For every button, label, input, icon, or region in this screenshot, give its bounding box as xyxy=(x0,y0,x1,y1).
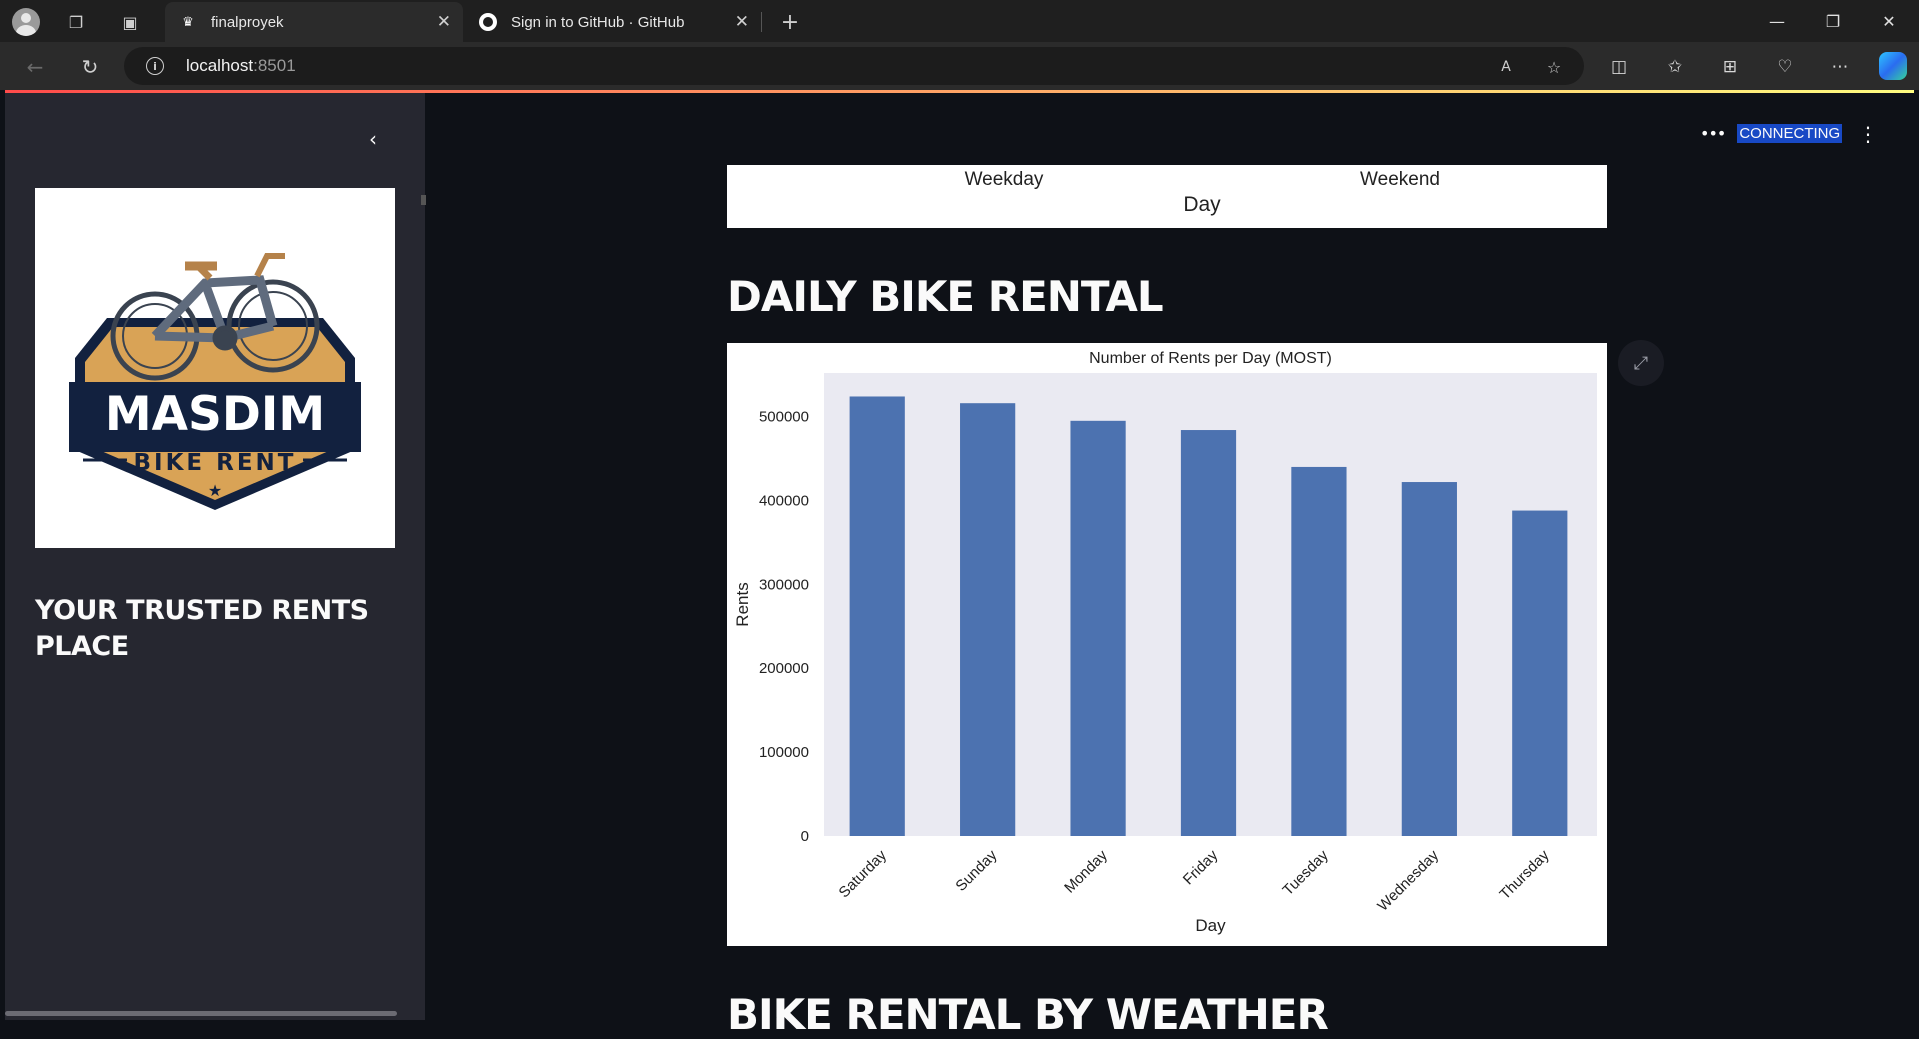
favorite-star-icon[interactable]: ☆ xyxy=(1542,55,1566,79)
workspaces-icon[interactable]: ❐ xyxy=(62,8,90,36)
close-window-icon[interactable]: ✕ xyxy=(1861,0,1917,42)
address-bar[interactable]: i localhost:8501 A ☆ xyxy=(124,47,1584,85)
back-icon[interactable]: ← xyxy=(20,52,50,82)
new-tab-plus-icon[interactable]: + xyxy=(776,8,804,36)
bar xyxy=(1291,466,1347,836)
previous-chart-fragment: Weekday Weekend Day xyxy=(727,165,1607,228)
sidebar-title: YOUR TRUSTED RENTS PLACE xyxy=(35,595,369,662)
x-tick-label: Wednesday xyxy=(1374,846,1442,914)
x-tick-label: Tuesday xyxy=(1279,846,1332,899)
sidebar: ‹ MASDIM BIKE RENT ★ YOUR TRUSTED RENTS … xyxy=(5,93,425,1020)
favorites-icon[interactable]: ✩ xyxy=(1662,54,1688,80)
connection-status: ••• CONNECTING xyxy=(1700,124,1843,143)
site-info-icon[interactable]: i xyxy=(146,57,164,75)
x-tick-label: Weekend xyxy=(1360,169,1440,190)
x-tick-label: Friday xyxy=(1180,846,1222,888)
bar-chart-svg: Number of Rents per Day (MOST) 0 100000 200… xyxy=(733,350,1597,935)
more-options-icon[interactable]: ⋯ xyxy=(1827,54,1853,80)
x-tick-label: Thursday xyxy=(1496,846,1553,903)
bar xyxy=(1180,430,1237,836)
section-heading-weather: BIKE RENTAL BY WEATHER xyxy=(727,990,1329,1039)
bar xyxy=(1512,510,1568,836)
split-screen-icon[interactable]: ◫ xyxy=(1606,54,1632,80)
browser-essentials-icon[interactable]: ♡ xyxy=(1772,54,1798,80)
x-tick-label: Monday xyxy=(1061,846,1111,896)
section-heading-daily: DAILY BIKE RENTAL xyxy=(727,272,1164,321)
vertical-tabs-icon[interactable]: ▣ xyxy=(116,8,144,36)
y-tick-label: 400000 xyxy=(759,492,809,509)
restore-icon[interactable]: ❐ xyxy=(1805,0,1861,42)
bar xyxy=(960,403,1016,836)
y-tick-label: 200000 xyxy=(759,660,809,677)
x-tick-label: Weekday xyxy=(964,169,1044,190)
bar xyxy=(1070,420,1126,836)
browser-toolbar: ← ↻ i localhost:8501 A ☆ ◫ ✩ ⊞ ♡ ⋯ xyxy=(0,42,1919,90)
logo-line2: BIKE RENT xyxy=(134,450,297,476)
minimize-icon[interactable]: — xyxy=(1749,0,1805,42)
y-axis-label: Rents xyxy=(733,582,752,626)
tab-finalproyek[interactable]: ♛ finalproyek ✕ xyxy=(165,2,463,42)
y-tick-label: 500000 xyxy=(759,409,809,426)
tab-title: finalproyek xyxy=(211,13,284,31)
read-aloud-icon[interactable]: A xyxy=(1494,55,1518,79)
fullscreen-expand-icon[interactable]: ⤢ xyxy=(1618,340,1664,386)
y-tick-label: 300000 xyxy=(759,576,809,593)
tab-github-signin[interactable]: Sign in to GitHub · GitHub ✕ xyxy=(465,2,761,42)
logo-star-icon: ★ xyxy=(208,481,222,500)
sidebar-resize-handle[interactable] xyxy=(421,195,426,205)
bar xyxy=(1401,482,1457,836)
chart-title: Number of Rents per Day (MOST) xyxy=(1089,350,1332,367)
github-icon xyxy=(479,13,497,31)
collections-icon[interactable]: ⊞ xyxy=(1717,54,1743,80)
y-tick-label: 100000 xyxy=(759,744,809,761)
copilot-icon[interactable] xyxy=(1879,52,1907,80)
daily-rentals-chart: Number of Rents per Day (MOST) 0 100000 200… xyxy=(727,343,1607,946)
main-menu-kebab-icon[interactable]: ⋮ xyxy=(1858,122,1878,146)
close-tab-icon[interactable]: ✕ xyxy=(437,12,451,32)
running-dots-icon: ••• xyxy=(1700,124,1726,143)
x-axis-label: Day xyxy=(1183,193,1221,216)
profile-avatar-icon[interactable] xyxy=(12,8,40,36)
y-tick-label: 0 xyxy=(801,828,809,845)
collapse-sidebar-chevron-icon[interactable]: ‹ xyxy=(359,125,387,153)
tab-divider xyxy=(761,12,762,32)
url-text: localhost:8501 xyxy=(186,56,296,75)
sidebar-scrollbar[interactable] xyxy=(5,1011,397,1016)
bar xyxy=(849,396,905,836)
x-axis-label: Day xyxy=(1195,916,1226,935)
masdim-bike-rent-logo: MASDIM BIKE RENT ★ xyxy=(69,253,361,510)
tab-title: Sign in to GitHub · GitHub xyxy=(511,13,685,31)
x-tick-label: Sunday xyxy=(952,846,1000,894)
refresh-icon[interactable]: ↻ xyxy=(75,52,105,82)
x-tick-label: Saturday xyxy=(836,846,891,901)
browser-tab-bar: ❐ ▣ ♛ finalproyek ✕ Sign in to GitHub · … xyxy=(0,0,1919,42)
logo-image: MASDIM BIKE RENT ★ xyxy=(35,188,395,548)
logo-line1: MASDIM xyxy=(105,387,325,442)
streamlit-crown-icon: ♛ xyxy=(182,14,194,29)
status-label: CONNECTING xyxy=(1737,124,1843,143)
close-tab-icon[interactable]: ✕ xyxy=(735,12,749,32)
